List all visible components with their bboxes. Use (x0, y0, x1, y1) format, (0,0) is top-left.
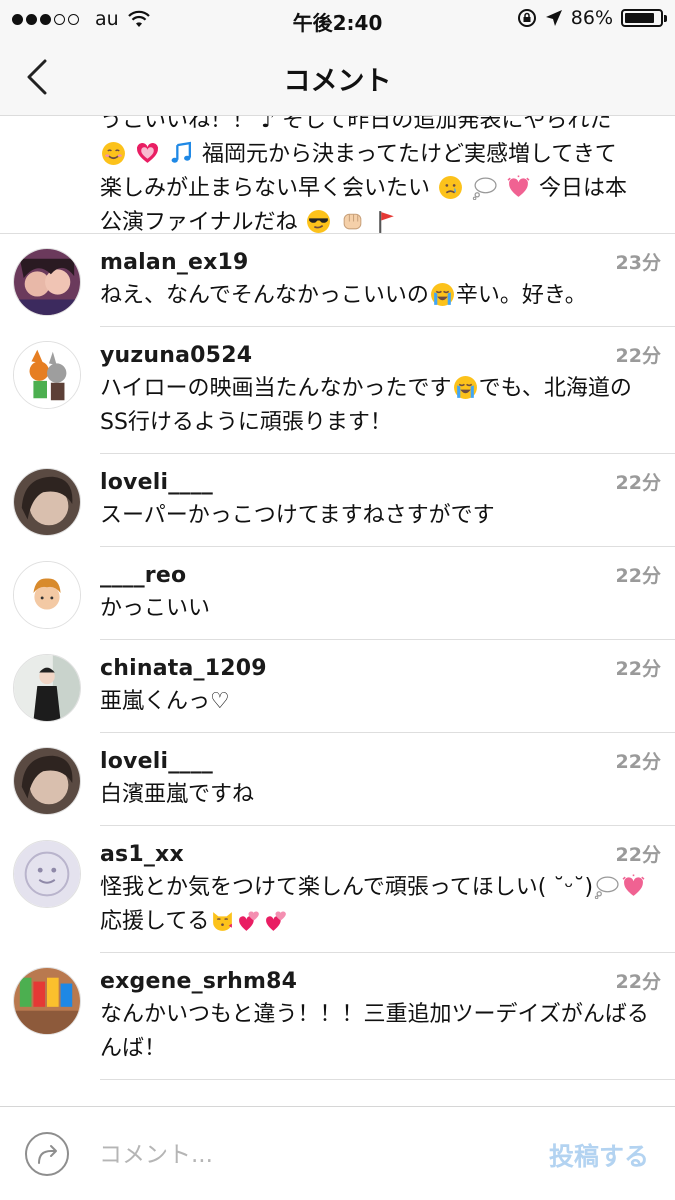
comment-username[interactable]: loveli____ (100, 748, 655, 776)
comment-timestamp: 22分 (615, 472, 661, 494)
comment-text: ねえ、なんでそんなかっこいいの 辛い。好き。 (100, 283, 587, 308)
flag-emoji-icon (378, 211, 394, 233)
avatar[interactable] (13, 468, 81, 536)
location-arrow-icon (545, 10, 562, 26)
comment-text: 亜嵐くんっ♡ (100, 689, 230, 714)
comment-username[interactable]: ____reo (100, 562, 655, 590)
avatar[interactable] (13, 840, 81, 908)
kissing-cat-emoji-icon (213, 912, 233, 931)
comment-username[interactable]: chinata_1209 (100, 655, 655, 683)
avatar-image (14, 249, 80, 315)
comment-text-line: 今日は本 (539, 176, 628, 201)
comment-text-line: うこいいね！！ ♪ そして昨日の追加発表にやられた (100, 116, 612, 133)
battery-percent: 86% (570, 7, 613, 29)
comment-username[interactable]: exgene_srhm84 (100, 968, 655, 996)
comment-username[interactable]: loveli____ (100, 469, 655, 497)
comment-item: chinata_1209 亜嵐くんっ♡ 22分 (0, 640, 675, 733)
status-bar: au 午後2:40 86% (0, 0, 675, 38)
comment-timestamp: 22分 (615, 844, 661, 866)
comment-partial: うこいいね！！ ♪ そして昨日の追加発表にやられた 福岡元から決まってたけど実感… (0, 116, 675, 234)
comment-timestamp: 22分 (615, 971, 661, 993)
avatar-image (14, 342, 80, 408)
battery-icon (621, 9, 667, 27)
avatar[interactable] (13, 248, 81, 316)
fist-emoji-icon (343, 213, 361, 230)
avatar-image (14, 655, 80, 721)
comment-input-bar: 投稿する (0, 1106, 675, 1200)
comment-timestamp: 22分 (615, 345, 661, 367)
comment-item: malan_ex19 ねえ、なんでそんなかっこいいの 辛い。好き。 23分 (0, 234, 675, 327)
comment-item: exgene_srhm84 なんかいつもと違う！！！三重追加ツーデイズがんばるん… (0, 953, 675, 1080)
status-right: 86% (517, 7, 667, 29)
rotation-lock-icon (517, 9, 536, 27)
two-hearts-emoji-icon (239, 911, 260, 931)
comment-list[interactable]: うこいいね！！ ♪ そして昨日の追加発表にやられた 福岡元から決まってたけど実感… (0, 116, 675, 1106)
comment-input[interactable] (99, 1137, 499, 1173)
loudly-crying-face-emoji-icon (453, 376, 477, 399)
comment-timestamp: 23分 (615, 252, 661, 274)
avatar-image (14, 562, 80, 628)
comment-timestamp: 22分 (615, 751, 661, 773)
comment-timestamp: 22分 (615, 565, 661, 587)
comment-text: 怪我とか気をつけて楽しんで頑張ってほしい( ˘ᵕ˘)応援してる (100, 871, 655, 939)
comment-text: ハイローの映画当たんなかったです でも、北海道のSS行けるように頑張ります！ (100, 376, 632, 435)
comment-item: loveli____ スーパーかっこつけてますねさすがです 22分 (0, 454, 675, 547)
comment-item: yuzuna0524 ハイローの映画当たんなかったです でも、北海道のSS行けるよ… (0, 327, 675, 454)
comment-text: スーパーかっこつけてますねさすがです (100, 503, 495, 528)
smiling-face-emoji-icon (102, 142, 125, 165)
avatar-image (14, 469, 80, 535)
comment-username[interactable]: as1_xx (100, 841, 655, 869)
thought-balloon-emoji-icon (594, 876, 619, 899)
comment-text: なんかいつもと違う！！！三重追加ツーデイズがんばるんば！ (100, 1002, 649, 1061)
thought-balloon-emoji-icon (472, 177, 497, 200)
post-button[interactable]: 投稿する (549, 1137, 649, 1173)
comment-item: ____reo かっこいい 22分 (0, 547, 675, 640)
comment-text-line: 福岡元から決まってたけど実感増してきて (202, 142, 617, 167)
music-notes-emoji-icon (171, 141, 191, 163)
avatar[interactable] (13, 561, 81, 629)
avatar[interactable] (13, 341, 81, 409)
share-icon[interactable] (24, 1131, 70, 1177)
avatar-image (14, 841, 80, 907)
crying-face-emoji-icon (439, 176, 462, 199)
beating-heart-emoji-icon (507, 175, 530, 197)
avatar[interactable] (13, 654, 81, 722)
sunglasses-face-emoji-icon (306, 210, 330, 233)
avatar[interactable] (13, 967, 81, 1035)
avatar-image (14, 748, 80, 814)
comment-username[interactable]: yuzuna0524 (100, 342, 655, 370)
navigation-bar: コメント (0, 38, 675, 116)
loudly-crying-face-emoji-icon (430, 283, 454, 306)
avatar-image (14, 968, 80, 1034)
avatar[interactable] (13, 747, 81, 815)
comment-username[interactable]: malan_ex19 (100, 249, 655, 277)
page-title: コメント (283, 66, 392, 97)
comment-item: loveli____ 白濱亜嵐ですね 22分 (0, 733, 675, 826)
comment-text-line: 楽しみが止まらない早く会いたい (100, 176, 431, 201)
comment-text: 白濱亜嵐ですね (100, 782, 255, 807)
sparkling-heart-emoji-icon (136, 142, 159, 163)
beating-heart-emoji-icon (622, 874, 645, 896)
comment-timestamp: 22分 (615, 658, 661, 680)
comment-text: かっこいい (100, 596, 211, 621)
comment-text-line: 公演ファイナルだね (100, 210, 298, 234)
comment-item: as1_xx 怪我とか気をつけて楽しんで頑張ってほしい( ˘ᵕ˘)応援してる 2… (0, 826, 675, 953)
two-hearts-emoji-icon (266, 911, 287, 931)
